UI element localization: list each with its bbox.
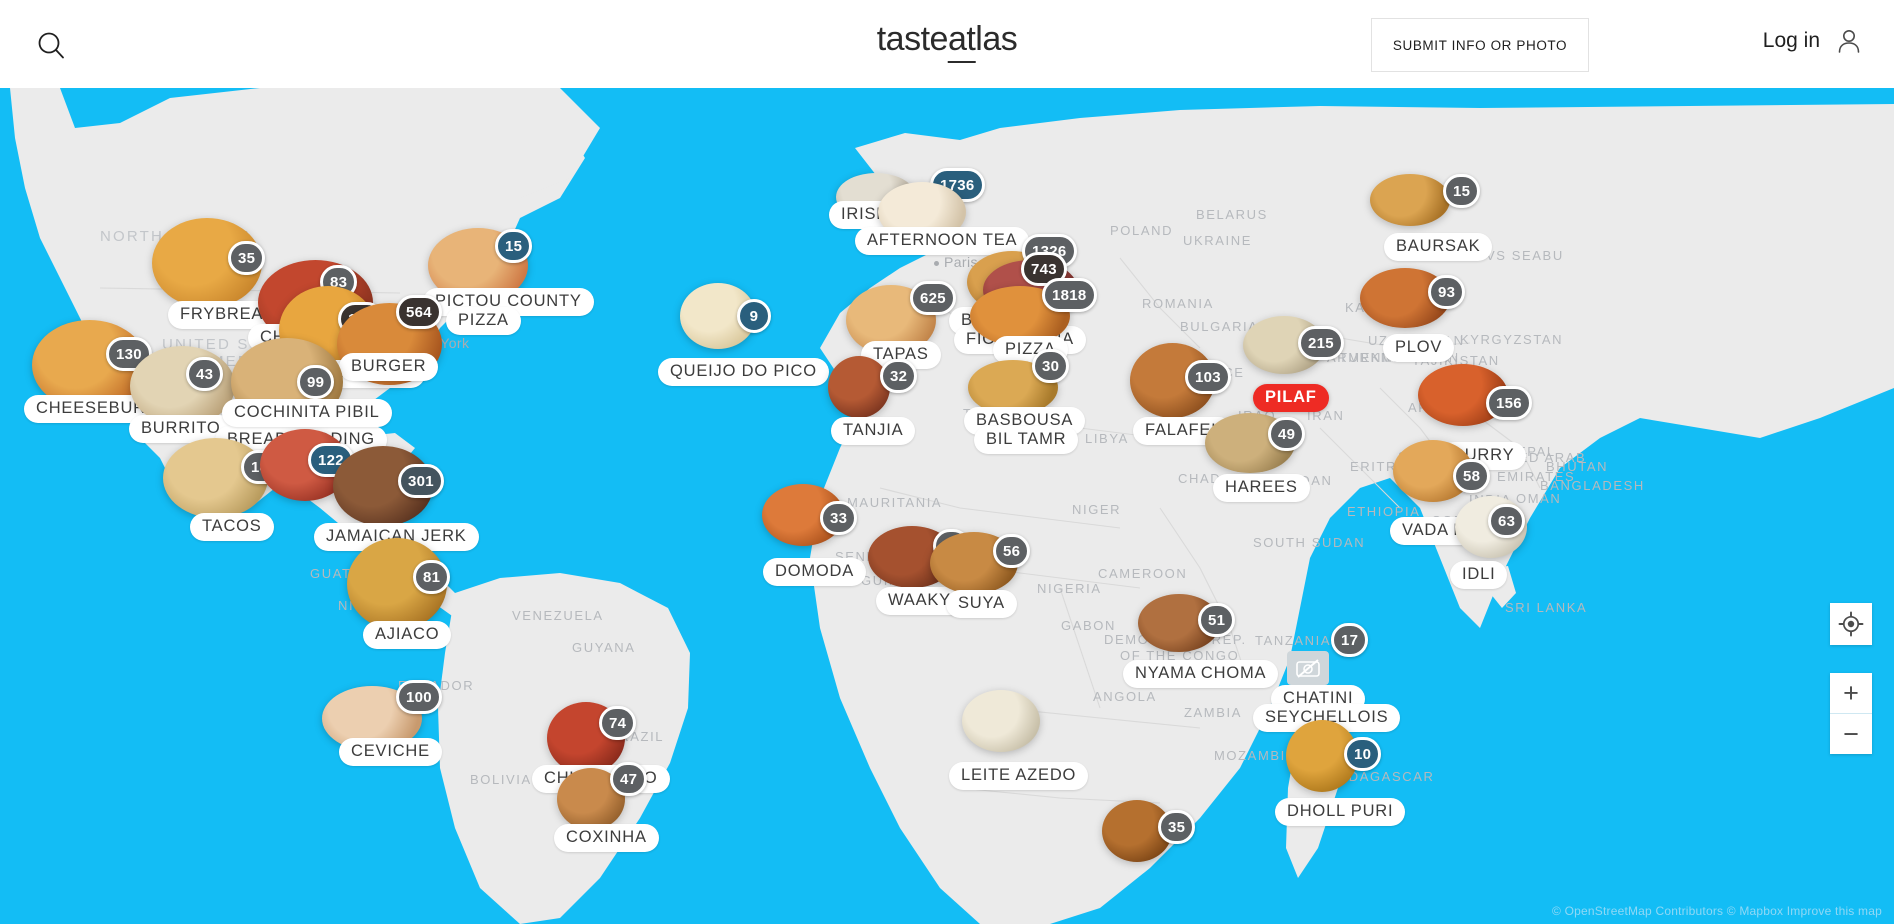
marker-label-pill[interactable]: DHOLL PURI: [1275, 798, 1406, 826]
marker-count-badge[interactable]: 17: [1331, 623, 1369, 657]
map-attribution[interactable]: © OpenStreetMap Contributors © Mapbox Im…: [1552, 904, 1882, 918]
logo-text-part1: taste: [876, 20, 949, 58]
user-account-icon: [1838, 30, 1860, 53]
marker-count-badge[interactable]: 32: [880, 359, 918, 393]
marker-count-badge[interactable]: 51: [1198, 603, 1236, 637]
search-button[interactable]: [32, 26, 70, 64]
zoom-controls[interactable]: + −: [1830, 673, 1872, 754]
marker-count-badge[interactable]: 81: [413, 560, 451, 594]
marker-label-pill[interactable]: BAURSAK: [1384, 233, 1493, 261]
marker-label-pill[interactable]: PLOV: [1383, 334, 1455, 362]
submit-info-or-photo-button[interactable]: SUBMIT INFO OR PHOTO: [1371, 18, 1589, 72]
login-button[interactable]: Log in: [1763, 26, 1864, 56]
marker-count-badge[interactable]: 58: [1453, 459, 1491, 493]
marker-count-badge[interactable]: 1818: [1042, 278, 1097, 312]
world-map[interactable]: NORTH AMERICAUNITED STATESOF AMERICAGUAT…: [0, 88, 1894, 924]
marker-label-pill[interactable]: LEITE AZEDO: [949, 762, 1089, 790]
marker-count-badge[interactable]: 156: [1486, 386, 1532, 420]
marker-count-badge[interactable]: 35: [228, 241, 266, 275]
logo-text-part3: las: [975, 20, 1018, 58]
marker-label-pill[interactable]: PILAF: [1253, 384, 1329, 412]
marker-label-pill[interactable]: DOMODA: [763, 558, 867, 586]
zoom-in-button[interactable]: +: [1830, 673, 1872, 713]
site-logo[interactable]: tasteatlas: [876, 20, 1018, 63]
marker-label-pill[interactable]: HAREES: [1213, 474, 1310, 502]
locate-me-button[interactable]: [1830, 603, 1872, 645]
marker-label-pill[interactable]: PIZZA: [446, 307, 521, 335]
marker-label-pill[interactable]: CEVICHE: [339, 738, 442, 766]
marker-count-badge[interactable]: 93: [1428, 275, 1466, 309]
no-photo-icon[interactable]: [1287, 651, 1329, 685]
search-icon: [38, 32, 64, 59]
marker-count-badge[interactable]: 99: [297, 365, 335, 399]
marker-count-badge[interactable]: 301: [398, 464, 444, 498]
submit-button-label: SUBMIT INFO OR PHOTO: [1392, 37, 1568, 53]
locate-crosshair-icon: [1838, 611, 1864, 637]
marker-count-badge[interactable]: 30: [1032, 349, 1070, 383]
marker-label-pill[interactable]: IDLI: [1450, 561, 1508, 589]
marker-count-badge[interactable]: 564: [396, 295, 442, 329]
marker-count-badge[interactable]: 47: [610, 762, 648, 796]
marker-count-badge[interactable]: 33: [820, 501, 858, 535]
zoom-out-button[interactable]: −: [1830, 714, 1872, 754]
food-image-leite-azedo[interactable]: [962, 690, 1040, 752]
marker-count-badge[interactable]: 35: [1158, 810, 1196, 844]
marker-label-pill[interactable]: TACOS: [190, 513, 274, 541]
food-image-burrito[interactable]: [130, 346, 235, 426]
marker-label-pill[interactable]: SUYA: [946, 590, 1017, 618]
marker-count-badge[interactable]: 15: [1443, 174, 1481, 208]
food-image-baursak[interactable]: [1370, 174, 1450, 226]
marker-label-pill[interactable]: AJIACO: [363, 621, 452, 649]
marker-count-badge[interactable]: 15: [495, 229, 533, 263]
marker-count-badge[interactable]: 10: [1344, 737, 1382, 771]
city-dot: [934, 261, 939, 266]
marker-count-badge[interactable]: 56: [993, 534, 1031, 568]
marker-count-badge[interactable]: 100: [396, 680, 442, 714]
marker-count-badge[interactable]: 43: [186, 357, 224, 391]
marker-count-badge[interactable]: 49: [1268, 417, 1306, 451]
camera-off-icon: [1296, 659, 1320, 678]
marker-label-pill[interactable]: BURGER: [339, 353, 439, 381]
food-image-tanjia[interactable]: [828, 356, 890, 418]
site-header: tasteatlas SUBMIT INFO OR PHOTO Log in: [0, 0, 1894, 88]
marker-label-pill[interactable]: BIL TAMR: [974, 426, 1079, 454]
marker-label-pill[interactable]: TANJIA: [831, 417, 916, 445]
login-label: Log in: [1762, 29, 1820, 52]
marker-count-badge[interactable]: 63: [1488, 504, 1526, 538]
marker-count-badge[interactable]: 215: [1298, 326, 1344, 360]
marker-label-pill[interactable]: COXINHA: [554, 824, 659, 852]
marker-count-badge[interactable]: 103: [1185, 360, 1231, 394]
logo-text-underlined: at: [947, 20, 976, 63]
marker-count-badge[interactable]: 74: [599, 706, 637, 740]
marker-label-pill[interactable]: COCHINITA PIBIL: [222, 399, 392, 427]
marker-label-pill[interactable]: QUEIJO DO PICO: [658, 358, 829, 386]
marker-count-badge[interactable]: 9: [737, 299, 771, 333]
marker-count-badge[interactable]: 625: [910, 281, 956, 315]
marker-label-pill[interactable]: NYAMA CHOMA: [1123, 660, 1279, 688]
